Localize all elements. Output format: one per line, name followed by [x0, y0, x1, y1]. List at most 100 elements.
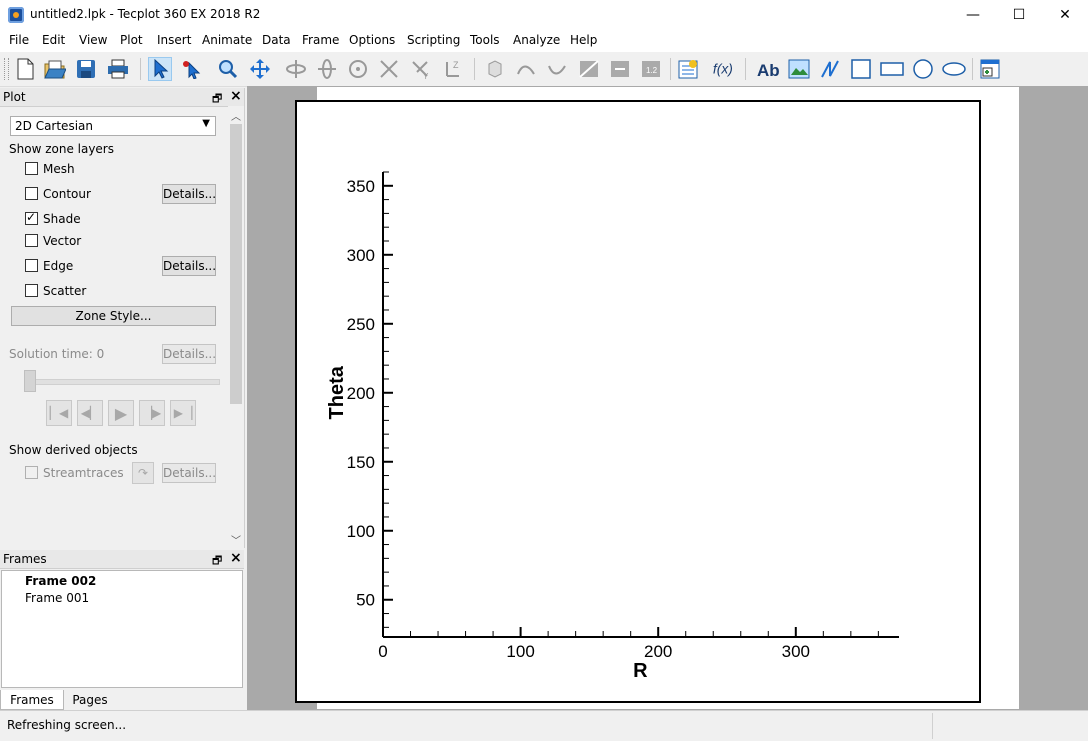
scatter-checkbox[interactable] — [25, 284, 38, 297]
rotate-xy-icon[interactable] — [377, 57, 401, 81]
shade-checkbox[interactable] — [25, 210, 38, 225]
edge-details-button[interactable]: Details... — [162, 256, 216, 276]
add-frame-icon[interactable] — [978, 57, 1002, 81]
streamtraces-checkbox[interactable] — [25, 466, 38, 479]
toolbar-separator — [670, 58, 671, 80]
frame-item-active[interactable]: Frame 002 — [25, 574, 96, 588]
translate-icon[interactable] — [248, 57, 272, 81]
rotate-y-icon[interactable] — [315, 57, 339, 81]
y-tick-label: 150 — [347, 453, 375, 472]
select-arrow-icon[interactable] — [148, 57, 172, 81]
menu-insert[interactable]: Insert — [157, 33, 191, 47]
shade-label: Shade — [43, 212, 81, 226]
menu-plot[interactable]: Plot — [120, 33, 143, 47]
plot-panel-header: Plot 🗗 × — [0, 88, 244, 107]
open-file-icon[interactable] — [43, 57, 67, 81]
xy-plot[interactable]: 0 100 200 300 50 100 150 200 250 300 350 R Theta — [297, 102, 979, 701]
zoom-icon[interactable] — [216, 57, 240, 81]
edge-checkbox[interactable] — [25, 259, 38, 272]
menu-scripting[interactable]: Scripting — [407, 33, 460, 47]
close-button[interactable]: ✕ — [1042, 0, 1088, 30]
status-divider — [932, 713, 933, 739]
save-icon[interactable] — [74, 57, 98, 81]
x-tick-label: 0 — [378, 642, 387, 661]
step-back-icon[interactable]: ◀▏ — [77, 400, 103, 426]
circle-icon[interactable] — [911, 57, 935, 81]
tecplot-app-icon — [8, 7, 24, 23]
iso-surface-icon[interactable] — [608, 57, 632, 81]
rotate-x-icon[interactable] — [284, 57, 308, 81]
menu-edit[interactable]: Edit — [42, 33, 65, 47]
print-icon[interactable] — [106, 57, 130, 81]
contour-details-button[interactable]: Details... — [162, 184, 216, 204]
menu-tools[interactable]: Tools — [470, 33, 500, 47]
scroll-down-icon[interactable]: ﹀ — [231, 532, 241, 547]
solution-time-slider-thumb[interactable] — [24, 370, 36, 392]
minimize-button[interactable]: — — [950, 0, 996, 30]
plot-type-dropdown[interactable]: 2D Cartesian ▼ — [10, 116, 216, 136]
function-icon[interactable]: f(x) — [712, 57, 736, 81]
vector-checkbox[interactable] — [25, 234, 38, 247]
status-bar: Refreshing screen... — [0, 710, 1088, 741]
float-panel-icon[interactable]: 🗗 — [212, 552, 222, 571]
plot-frame[interactable]: 0 100 200 300 50 100 150 200 250 300 350 R Theta — [295, 100, 981, 703]
rotate-z-icon[interactable] — [346, 57, 370, 81]
x-tick-label: 200 — [644, 642, 672, 661]
step-forward-icon[interactable]: ▕▶ — [139, 400, 165, 426]
maximize-button[interactable]: ☐ — [996, 0, 1042, 30]
x-tick-label: 300 — [782, 642, 810, 661]
svg-text:Z: Z — [453, 60, 459, 70]
mesh-checkbox[interactable] — [25, 162, 38, 175]
rotate-yx-icon[interactable]: Y — [408, 57, 432, 81]
image-icon[interactable] — [787, 57, 811, 81]
streamtrace-2-icon[interactable] — [545, 57, 569, 81]
chevron-down-icon: ▼ — [202, 118, 210, 129]
menu-frame[interactable]: Frame — [302, 33, 339, 47]
ellipse-icon[interactable] — [942, 57, 966, 81]
polyline-icon[interactable] — [818, 57, 842, 81]
play-icon[interactable]: ▶ — [108, 400, 134, 426]
probe-cube-icon[interactable] — [483, 57, 507, 81]
first-step-icon[interactable]: ▏◀ — [46, 400, 72, 426]
tab-frames[interactable]: Frames — [0, 690, 64, 710]
rotate-z-axis-icon[interactable]: Z — [440, 57, 464, 81]
tab-pages[interactable]: Pages — [64, 690, 116, 710]
square-icon[interactable] — [849, 57, 873, 81]
frame-item[interactable]: Frame 001 — [25, 591, 89, 605]
toolbar-separator — [140, 58, 141, 80]
scroll-up-icon[interactable]: ︿ — [231, 108, 241, 123]
menu-data[interactable]: Data — [262, 33, 291, 47]
rectangle-icon[interactable] — [880, 57, 904, 81]
menu-options[interactable]: Options — [349, 33, 395, 47]
toolbar-separator — [745, 58, 746, 80]
menu-help[interactable]: Help — [570, 33, 597, 47]
y-tick-label: 50 — [356, 591, 375, 610]
contour-checkbox[interactable] — [25, 187, 38, 200]
menu-analyze[interactable]: Analyze — [513, 33, 560, 47]
menu-animate[interactable]: Animate — [202, 33, 252, 47]
streamtraces-details-button[interactable]: Details... — [162, 463, 216, 483]
contour-label-icon[interactable]: 1.2 — [639, 57, 663, 81]
zone-style-button[interactable]: Zone Style... — [11, 306, 216, 326]
menu-file[interactable]: File — [9, 33, 29, 47]
slice-icon[interactable] — [577, 57, 601, 81]
contour-label: Contour — [43, 187, 91, 201]
menu-view[interactable]: View — [79, 33, 107, 47]
text-icon[interactable]: Ab — [756, 57, 780, 81]
scrollbar-thumb[interactable] — [230, 124, 242, 404]
plot-panel-scrollbar[interactable]: ︿ ﹀ — [228, 106, 244, 548]
close-panel-icon[interactable]: × — [230, 88, 242, 104]
y-tick-label: 300 — [347, 246, 375, 265]
close-panel-icon[interactable]: × — [230, 550, 242, 566]
streamtrace-icon[interactable] — [514, 57, 538, 81]
new-file-icon[interactable] — [13, 57, 37, 81]
last-step-icon[interactable]: ▶▕ — [170, 400, 196, 426]
toolbar-grip[interactable] — [4, 58, 9, 80]
svg-text:Ab: Ab — [757, 61, 780, 80]
data-extract-icon[interactable] — [676, 57, 700, 81]
float-panel-icon[interactable]: 🗗 — [212, 90, 222, 109]
solution-time-details-button[interactable]: Details... — [162, 344, 216, 364]
streamtrace-place-icon[interactable]: ↷ — [132, 462, 154, 484]
adjustor-arrow-icon[interactable] — [180, 57, 204, 81]
y-axis-label: Theta — [326, 365, 348, 419]
